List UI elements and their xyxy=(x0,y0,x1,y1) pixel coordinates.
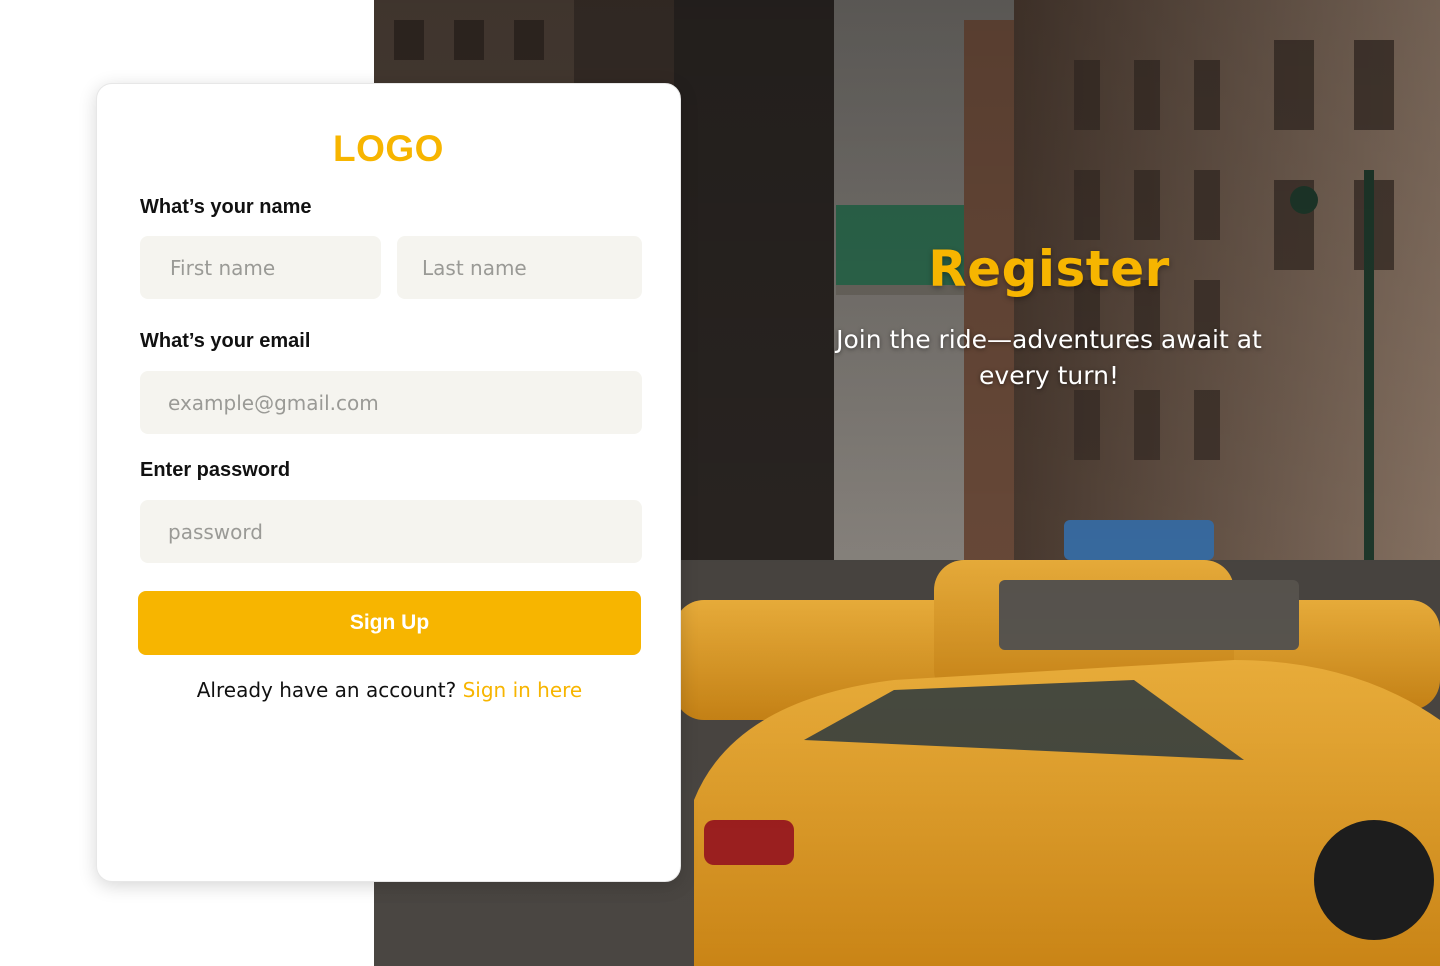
hero-title: Register xyxy=(928,240,1170,298)
password-input[interactable] xyxy=(140,500,642,563)
register-card: LOGO What’s your name What’s your email … xyxy=(96,83,681,882)
sign-in-row: Already have an account? Sign in here xyxy=(97,678,682,702)
last-name-input[interactable] xyxy=(397,236,642,299)
name-label: What’s your name xyxy=(140,196,312,218)
hero-text: Register Join the ride—adventures await … xyxy=(814,238,1284,394)
logo: LOGO xyxy=(333,128,444,169)
email-input[interactable] xyxy=(140,371,642,434)
sign-in-link[interactable]: Sign in here xyxy=(463,678,583,702)
first-name-input[interactable] xyxy=(140,236,381,299)
password-label: Enter password xyxy=(140,459,291,481)
email-label: What’s your email xyxy=(140,330,311,352)
sign-up-button[interactable]: Sign Up xyxy=(138,591,641,655)
sign-in-prompt: Already have an account? xyxy=(196,678,457,702)
hero-subtitle: Join the ride—adventures await at every … xyxy=(836,325,1262,390)
